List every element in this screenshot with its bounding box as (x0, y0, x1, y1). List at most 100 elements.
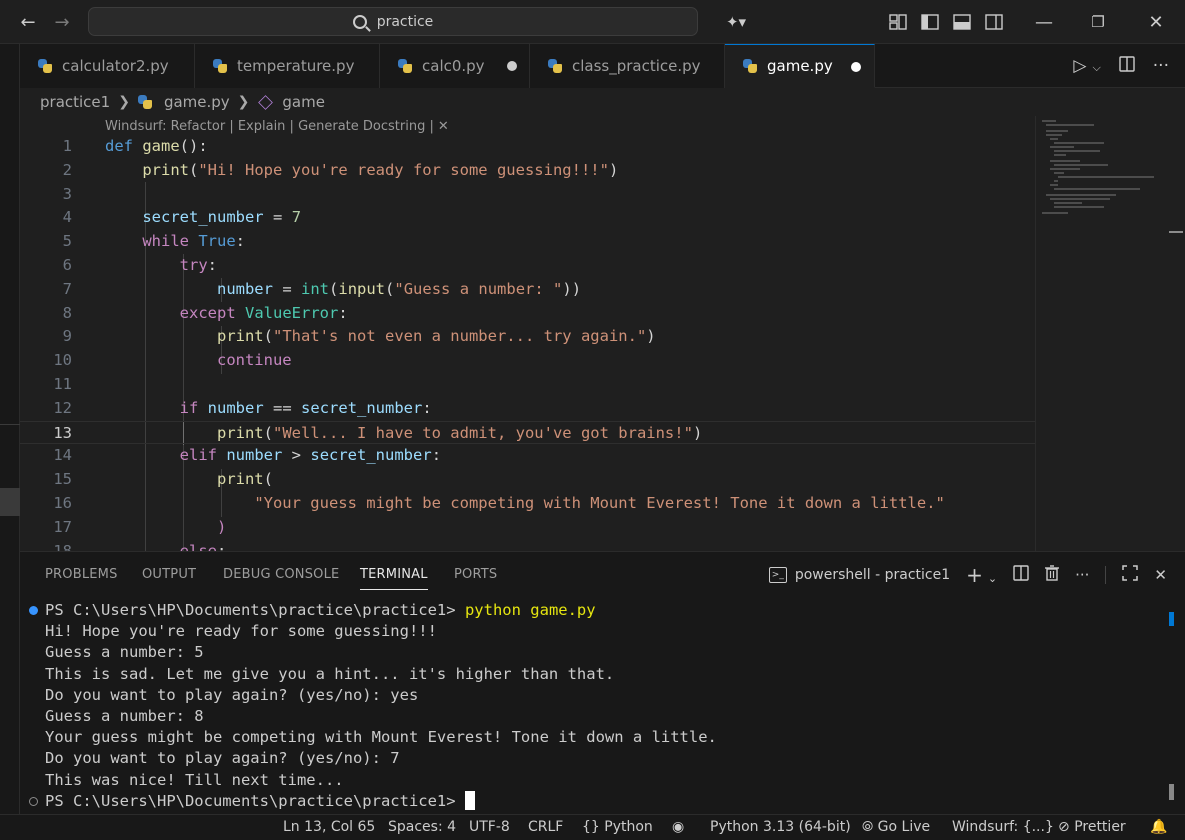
maximize-panel-icon[interactable] (1122, 565, 1139, 585)
code-line[interactable]: 16 "Your guess might be competing with M… (20, 492, 1035, 516)
activity-bar-divider (0, 424, 20, 425)
line-number: 1 (62, 137, 72, 155)
notifications-bell-icon[interactable]: 🔔 (1150, 819, 1167, 835)
breadcrumb-symbol[interactable]: game (282, 93, 325, 111)
trash-icon[interactable] (1045, 565, 1060, 585)
code-line[interactable]: 7 number = int(input("Guess a number: ")… (20, 278, 1035, 302)
close-window-icon[interactable]: ✕ (1142, 8, 1170, 36)
python-file-icon (548, 59, 562, 73)
command-center-search[interactable]: practice (88, 7, 698, 36)
more-actions-icon[interactable]: ··· (1153, 56, 1169, 76)
forward-arrow-icon[interactable]: → (48, 8, 76, 36)
tab-class-practice[interactable]: class_practice.py (530, 44, 725, 88)
terminal[interactable]: PS C:\Users\HP\Documents\practice\practi… (20, 600, 1165, 815)
tab-output[interactable]: OUTPUT (142, 567, 196, 582)
indentation[interactable]: Spaces: 4 (388, 819, 456, 835)
line-number: 18 (53, 541, 72, 551)
python-file-icon (213, 59, 227, 73)
tab-ports[interactable]: PORTS (454, 567, 497, 582)
code-line[interactable]: 3 (20, 183, 1035, 207)
cursor-position[interactable]: Ln 13, Col 65 (283, 819, 375, 835)
close-icon[interactable]: ✕ (438, 119, 449, 134)
tab-label: temperature.py (237, 57, 355, 75)
codelens-text[interactable]: Windsurf: Refactor | Explain | Generate … (105, 119, 434, 134)
line-number: 17 (53, 517, 72, 536)
restore-icon[interactable]: ❐ (1084, 8, 1112, 36)
line-number: 15 (53, 470, 72, 489)
search-icon (352, 14, 367, 29)
code-line[interactable]: 12 if number == secret_number: (20, 397, 1035, 421)
tab-temperature[interactable]: temperature.py (195, 44, 380, 88)
chevron-right-icon: ❯ (118, 94, 130, 110)
scrollbar-marker (1169, 612, 1174, 626)
prettier-status[interactable]: ⊘ Prettier (1058, 819, 1126, 835)
split-terminal-icon[interactable] (1013, 565, 1029, 585)
close-panel-icon[interactable]: ✕ (1154, 566, 1167, 584)
line-number: 12 (53, 398, 72, 417)
code-line[interactable]: 14 elif number > secret_number: (20, 444, 1035, 468)
encoding[interactable]: UTF-8 (469, 819, 510, 835)
code-line[interactable]: 11 (20, 373, 1035, 397)
language-mode[interactable]: {} Python (582, 819, 653, 835)
code-line[interactable]: 9 print("That's not even a number... try… (20, 325, 1035, 349)
back-arrow-icon[interactable]: ← (14, 8, 42, 36)
tab-terminal[interactable]: TERMINAL (360, 567, 428, 590)
windsurf-status[interactable]: Windsurf: {...} (952, 819, 1054, 835)
windsurf-codelens[interactable]: Windsurf: Refactor | Explain | Generate … (105, 116, 449, 136)
go-live[interactable]: ⦾ Go Live (862, 819, 930, 835)
customize-layout-icon[interactable] (884, 8, 912, 36)
code-line[interactable]: 5 while True: (20, 230, 1035, 254)
toggle-secondary-sidebar-icon[interactable] (980, 8, 1008, 36)
tab-label: game.py (767, 57, 833, 75)
toggle-panel-icon[interactable] (948, 8, 976, 36)
divider (1105, 566, 1107, 584)
terminal-line: Do you want to play again? (yes/no): 7 (45, 749, 400, 768)
line-endings[interactable]: CRLF (528, 819, 563, 835)
python-interpreter[interactable]: Python 3.13 (64-bit) (710, 819, 851, 835)
run-python-file-icon[interactable]: ▷ ⌵ (1073, 56, 1100, 76)
code-line[interactable]: 15 print( (20, 468, 1035, 492)
line-number: 16 (53, 494, 72, 512)
code-line[interactable]: 10 continue (20, 349, 1035, 373)
status-bar: Ln 13, Col 65 Spaces: 4 UTF-8 CRLF {} Py… (0, 814, 1185, 840)
terminal-shell-selector[interactable]: >_ powershell - practice1 (768, 567, 950, 583)
more-actions-icon[interactable]: ··· (1075, 566, 1089, 584)
scrollbar-thumb[interactable] (1169, 784, 1174, 800)
minimize-icon[interactable]: — (1030, 8, 1058, 36)
code-line[interactable]: 2 print("Hi! Hope you're ready for some … (20, 159, 1035, 183)
code-line-current[interactable]: 13 print("Well... I have to admit, you'v… (20, 420, 1035, 445)
toggle-primary-sidebar-icon[interactable] (916, 8, 944, 36)
editor-scrollbar[interactable] (1167, 116, 1185, 551)
command-success-icon[interactable] (29, 606, 38, 615)
unsaved-dot-icon[interactable] (851, 62, 861, 72)
code-line[interactable]: 4 secret_number = 7 (20, 206, 1035, 230)
chevron-right-icon: ❯ (237, 94, 250, 110)
line-number: 11 (53, 375, 72, 393)
copilot-status-icon[interactable]: ◉ (672, 819, 684, 835)
python-file-icon (137, 95, 152, 109)
minimap[interactable] (1035, 116, 1167, 551)
tab-debug-console[interactable]: DEBUG CONSOLE (223, 567, 339, 582)
activity-bar-active-item[interactable] (0, 488, 20, 516)
split-editor-icon[interactable] (1119, 55, 1135, 77)
code-line[interactable]: 6 try: (20, 254, 1035, 278)
command-idle-icon[interactable] (29, 797, 38, 806)
breadcrumb-folder[interactable]: practice1 (40, 93, 110, 111)
breadcrumb-file[interactable]: game.py (164, 93, 230, 111)
code-editor[interactable]: Windsurf: Refactor | Explain | Generate … (20, 116, 1035, 551)
tab-calc0[interactable]: calc0.py (380, 44, 530, 88)
language-label: Python (604, 819, 653, 835)
terminal-scrollbar[interactable] (1167, 600, 1177, 805)
unsaved-dot-icon[interactable] (507, 61, 517, 71)
copilot-icon[interactable]: ✦▾ (716, 8, 756, 36)
code-line[interactable]: 17 ) (20, 516, 1035, 540)
line-number: 8 (62, 303, 72, 322)
tab-calculator2[interactable]: calculator2.py (20, 44, 195, 88)
code-line[interactable]: 18 else: (20, 540, 1035, 551)
tab-problems[interactable]: PROBLEMS (45, 567, 118, 582)
tab-game[interactable]: game.py (725, 44, 875, 88)
terminal-line: This was nice! Till next time... (45, 770, 344, 789)
new-terminal-icon[interactable]: + ⌄ (966, 563, 997, 587)
code-line[interactable]: 8 except ValueError: (20, 302, 1035, 326)
code-line[interactable]: 1 def game(): (20, 135, 1035, 159)
